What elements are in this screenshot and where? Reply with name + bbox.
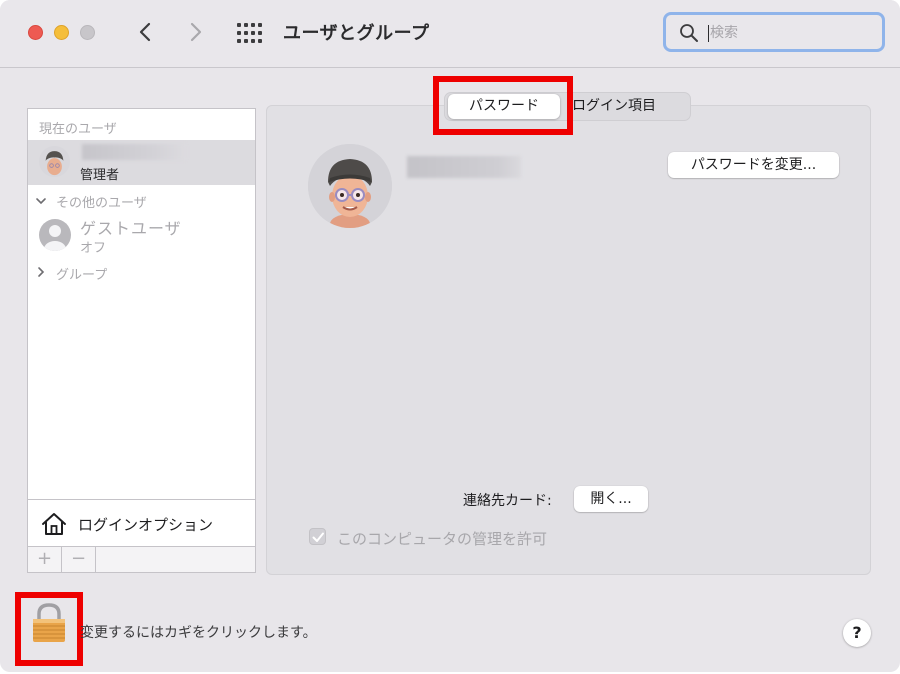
- current-users-header: 現在のユーザ: [39, 122, 117, 137]
- toolbar: ユーザとグループ: [0, 0, 900, 68]
- show-all-button[interactable]: [236, 22, 264, 44]
- login-options-row[interactable]: ログインオプション: [28, 499, 255, 546]
- add-user-button[interactable]: +: [28, 547, 62, 572]
- person-icon: [44, 225, 66, 251]
- user-picture[interactable]: [308, 144, 392, 228]
- guest-user-status: オフ: [80, 241, 107, 256]
- avatar: [39, 146, 70, 177]
- tab-login-items[interactable]: ログイン項目: [572, 94, 680, 119]
- chevron-right-icon: [190, 22, 202, 42]
- minimize-window-button[interactable]: [54, 25, 69, 40]
- login-options-label: ログインオプション: [78, 516, 214, 534]
- change-password-button[interactable]: パスワードを変更...: [668, 152, 839, 178]
- checkmark-icon: [312, 532, 324, 542]
- allow-admin-label: このコンピュータの管理を許可: [337, 530, 548, 548]
- memoji-avatar-icon: [45, 151, 64, 176]
- remove-user-button[interactable]: −: [62, 547, 96, 572]
- window-title: ユーザとグループ: [283, 23, 430, 44]
- chevron-left-icon: [139, 22, 151, 42]
- contact-card-label: 連絡先カード:: [463, 493, 552, 509]
- current-user-row[interactable]: 管理者: [28, 140, 255, 185]
- close-window-button[interactable]: [28, 25, 43, 40]
- highlight-box-lock: [15, 592, 83, 666]
- text-cursor: [708, 25, 709, 42]
- user-full-name-blurred: [407, 156, 521, 178]
- groups-header: グループ: [56, 268, 108, 283]
- user-name-blurred: [82, 144, 186, 160]
- home-icon: [42, 513, 66, 535]
- chevron-right-icon[interactable]: [35, 266, 47, 278]
- allow-admin-checkbox[interactable]: [309, 528, 326, 545]
- highlight-box-password-tab: [433, 76, 573, 135]
- sidebar-button-bar: + −: [28, 546, 255, 572]
- other-users-header: その他のユーザ: [56, 196, 147, 211]
- user-list-sidebar: 現在のユーザ 管理者 その他のユーザ ゲストユーザ オフ グループ ログインオプ…: [27, 108, 256, 573]
- guest-avatar: [39, 219, 71, 251]
- chevron-down-icon[interactable]: [35, 195, 47, 207]
- memoji-avatar-icon: [308, 144, 392, 228]
- help-button[interactable]: ?: [843, 619, 871, 647]
- guest-user-name[interactable]: ゲストユーザ: [80, 215, 182, 239]
- open-contact-card-button[interactable]: 開く...: [574, 486, 648, 512]
- lock-instruction-text: 変更するにはカギをクリックします。: [80, 625, 317, 641]
- search-field[interactable]: [663, 12, 885, 52]
- system-preferences-window: ユーザとグループ 現在のユーザ 管理者: [0, 0, 900, 672]
- forward-button[interactable]: [183, 20, 207, 44]
- search-icon: [680, 24, 698, 42]
- user-role: 管理者: [80, 168, 120, 183]
- search-input[interactable]: [710, 22, 870, 44]
- zoom-window-button[interactable]: [80, 25, 95, 40]
- back-button[interactable]: [134, 20, 158, 44]
